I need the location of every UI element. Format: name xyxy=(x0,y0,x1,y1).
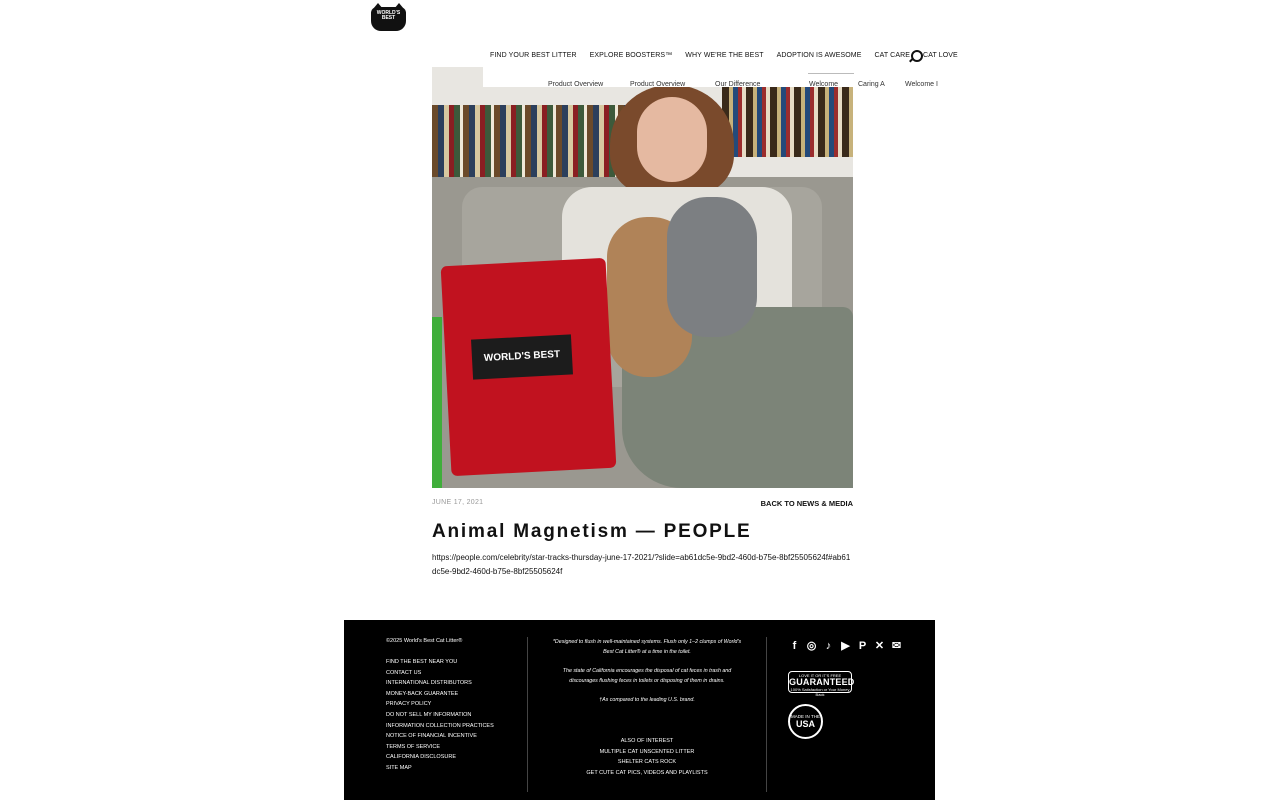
disclaimer-text: The state of California encourages the d… xyxy=(562,668,732,684)
footer-link[interactable]: INTERNATIONAL DISTRIBUTORS xyxy=(386,678,496,689)
usa-main: USA xyxy=(795,719,815,729)
copyright: ©2025 World's Best Cat Litter® xyxy=(386,638,463,644)
search-icon[interactable] xyxy=(911,50,923,62)
nav-find-your-best-litter[interactable]: FIND YOUR BEST LITTER xyxy=(490,52,577,59)
footer-divider xyxy=(766,637,767,792)
guarantee-badge: LOVE IT OR IT'S FREE GUARANTEED 100% Sat… xyxy=(788,671,855,697)
footer-link[interactable]: CALIFORNIA DISCLOSURE xyxy=(386,752,496,763)
interest-heading: ALSO OF INTEREST xyxy=(620,738,674,744)
nav-why-were-the-best[interactable]: WHY WE'RE THE BEST xyxy=(685,52,763,59)
footer-link[interactable]: SITE MAP xyxy=(386,763,496,774)
facebook-icon[interactable]: f xyxy=(789,639,800,652)
footer: ©2025 World's Best Cat Litter® FIND THE … xyxy=(344,620,935,800)
subnav-item[interactable]: Our Difference xyxy=(715,81,809,88)
article-url[interactable]: https://people.com/celebrity/star-tracks… xyxy=(432,551,852,579)
footer-link[interactable]: MONEY-BACK GUARANTEE xyxy=(386,689,496,700)
nav-cat-care[interactable]: CAT CARE xyxy=(874,52,910,59)
footer-link[interactable]: CONTACT US xyxy=(386,668,496,679)
article-date: JUNE 17, 2021 xyxy=(432,499,484,506)
brand-logo[interactable]: WORLD'S BEST xyxy=(371,3,406,31)
email-icon[interactable]: ✉ xyxy=(891,639,902,652)
footer-link[interactable]: DO NOT SELL MY INFORMATION xyxy=(386,710,496,721)
footer-link[interactable]: NOTICE OF FINANCIAL INCENTIVE xyxy=(386,731,496,742)
logo-text: WORLD'S BEST xyxy=(376,10,401,21)
x-icon[interactable]: ✕ xyxy=(874,639,885,652)
subnav-item[interactable]: Caring A xyxy=(858,81,905,88)
nav-explore-boosters[interactable]: EXPLORE BOOSTERS™ xyxy=(590,52,673,59)
youtube-icon[interactable]: ▶ xyxy=(840,639,851,652)
subnav-item[interactable]: Welcome xyxy=(809,81,858,88)
pinterest-icon[interactable]: P xyxy=(857,639,868,652)
also-of-interest: ALSO OF INTEREST MULTIPLE CAT UNSCENTED … xyxy=(552,736,742,779)
footer-link[interactable]: TERMS OF SERVICE xyxy=(386,742,496,753)
subnav-item[interactable]: Welcome I xyxy=(905,81,938,88)
guarantee-main: GUARANTEED xyxy=(789,677,855,687)
instagram-icon[interactable]: ◎ xyxy=(806,639,817,652)
subnav-item[interactable]: Product Overview xyxy=(548,81,630,88)
nav-adoption-is-awesome[interactable]: ADOPTION IS AWESOME xyxy=(777,52,862,59)
footer-links: FIND THE BEST NEAR YOU CONTACT US INTERN… xyxy=(386,657,496,774)
interest-link[interactable]: GET CUTE CAT PICS, VIDEOS AND PLAYLISTS xyxy=(552,768,742,779)
nav-cat-love[interactable]: CAT LOVE xyxy=(923,52,958,59)
footer-link[interactable]: FIND THE BEST NEAR YOU xyxy=(386,657,496,668)
social-links: f ◎ ♪ ▶ P ✕ ✉ xyxy=(789,639,902,653)
interest-link[interactable]: MULTIPLE CAT UNSCENTED LITTER xyxy=(552,747,742,758)
disclaimer-text: *Designed to flush in well-maintained sy… xyxy=(552,639,742,655)
footer-disclaimer: *Designed to flush in well-maintained sy… xyxy=(552,637,742,714)
back-to-news-link[interactable]: BACK TO NEWS & MEDIA xyxy=(761,499,853,508)
subnav-items: Product Overview Product Overview Our Di… xyxy=(548,81,938,88)
subnav-active-indicator xyxy=(808,73,854,74)
interest-link[interactable]: SHELTER CATS ROCK xyxy=(552,757,742,768)
footer-link[interactable]: PRIVACY POLICY xyxy=(386,699,496,710)
tiktok-icon[interactable]: ♪ xyxy=(823,639,834,652)
footer-link[interactable]: INFORMATION COLLECTION PRACTICES xyxy=(386,721,496,732)
subnav-item[interactable]: Product Overview xyxy=(630,81,715,88)
made-in-usa-badge: MADE IN THE USA xyxy=(788,704,823,739)
footer-divider xyxy=(527,637,528,792)
disclaimer-text: †As compared to the leading U.S. brand. xyxy=(599,697,695,703)
hero-image: WORLD'S BEST xyxy=(432,67,853,488)
main-nav: FIND YOUR BEST LITTER EXPLORE BOOSTERS™ … xyxy=(490,52,958,59)
article-title: Animal Magnetism — PEOPLE xyxy=(432,521,752,542)
guarantee-bottom: 100% Satisfaction or Your Money Back xyxy=(790,687,850,697)
